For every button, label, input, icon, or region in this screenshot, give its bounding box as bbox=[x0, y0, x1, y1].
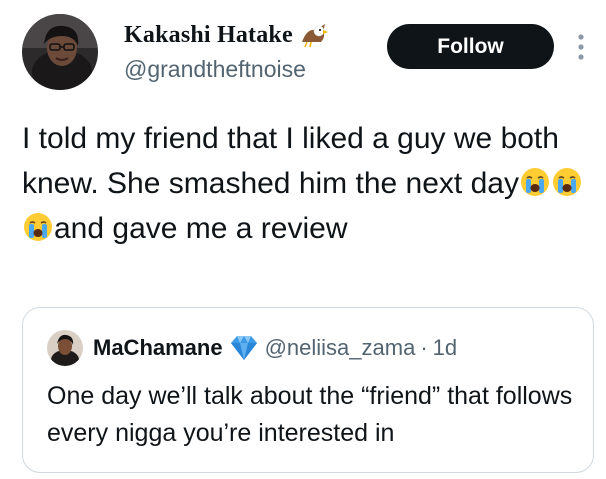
eagle-icon bbox=[299, 20, 329, 50]
separator-dot: · bbox=[420, 335, 428, 360]
gem-icon bbox=[229, 335, 259, 361]
quote-author-avatar[interactable] bbox=[47, 330, 83, 366]
crying-face-icon bbox=[23, 210, 53, 241]
tweet-text-part2: and gave me a review bbox=[54, 212, 348, 245]
follow-button[interactable]: Follow bbox=[387, 24, 554, 69]
author-handle[interactable]: @grandtheftnoise bbox=[124, 56, 306, 83]
quote-timestamp[interactable]: 1d bbox=[433, 335, 457, 361]
more-vertical-icon[interactable] bbox=[574, 30, 588, 64]
quote-author-handle[interactable]: @neliisa_zama bbox=[265, 335, 416, 361]
author-display-name[interactable]: Kakashi Hatake bbox=[124, 22, 293, 49]
tweet-text-part1: I told my friend that I liked a guy we b… bbox=[22, 122, 559, 200]
quote-text: One day we’ll talk about the “friend” th… bbox=[47, 382, 573, 447]
crying-face-icon bbox=[552, 165, 582, 196]
tweet-text: I told my friend that I liked a guy we b… bbox=[22, 116, 592, 251]
quote-header[interactable]: MaChamane @neliisa_zama · 1d bbox=[93, 332, 457, 364]
quoted-tweet[interactable]: MaChamane @neliisa_zama · 1d One day we’… bbox=[22, 307, 594, 473]
author-name-row[interactable]: Kakashi Hatake bbox=[124, 18, 329, 52]
author-avatar[interactable] bbox=[22, 14, 98, 90]
quote-author-display-name[interactable]: MaChamane bbox=[93, 335, 223, 361]
crying-face-icon bbox=[520, 165, 550, 196]
tweet: Kakashi Hatake @grandtheftnoise Follow I… bbox=[0, 0, 606, 479]
